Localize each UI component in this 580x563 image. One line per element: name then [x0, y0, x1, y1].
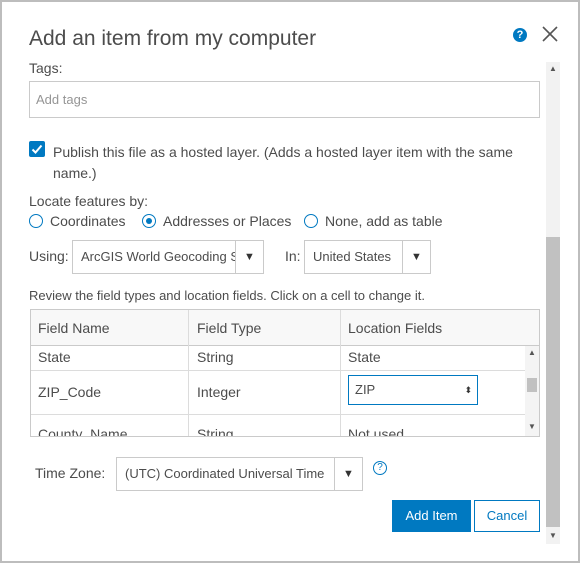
close-icon[interactable]: [540, 24, 560, 44]
column-divider: [188, 310, 189, 436]
publish-checkbox[interactable]: [29, 141, 45, 157]
radio-addresses-label: Addresses or Places: [163, 213, 292, 229]
cell-location-field[interactable]: Not used: [348, 426, 404, 436]
tags-input[interactable]: Add tags: [29, 81, 540, 118]
tags-label: Tags:: [29, 60, 63, 76]
scroll-up-icon[interactable]: ▲: [525, 348, 539, 357]
field-table: Field Name Field Type Location Fields St…: [30, 309, 540, 437]
country-select[interactable]: United States ▼: [304, 240, 431, 274]
locate-label: Locate features by:: [29, 193, 149, 209]
row-divider: [31, 414, 525, 415]
radio-coordinates[interactable]: [29, 214, 43, 228]
timezone-label: Time Zone:: [35, 465, 106, 481]
dialog-title: Add an item from my computer: [29, 27, 317, 50]
geocoder-select-value: ArcGIS World Geocoding S: [81, 249, 239, 264]
cell-field-name[interactable]: County_Name: [38, 426, 128, 436]
radio-none[interactable]: [304, 214, 318, 228]
table-scrollbar[interactable]: ▲ ▼: [525, 346, 539, 436]
scroll-up-icon[interactable]: ▲: [546, 62, 560, 76]
scroll-down-icon[interactable]: ▼: [546, 529, 560, 543]
cell-field-type[interactable]: String: [197, 349, 234, 365]
dialog-content: Tags: Add tags Publish this file as a ho…: [2, 57, 546, 547]
cell-field-type[interactable]: Integer: [197, 384, 241, 400]
review-text: Review the field types and location fiel…: [29, 288, 425, 303]
location-field-select-value: ZIP: [355, 382, 376, 397]
radio-none-label: None, add as table: [325, 213, 443, 229]
cell-field-name[interactable]: ZIP_Code: [38, 384, 101, 400]
checkmark-icon: [31, 144, 43, 154]
timezone-select[interactable]: (UTC) Coordinated Universal Time ▼: [116, 457, 363, 491]
question-circle-icon[interactable]: ?: [513, 28, 527, 42]
add-item-button[interactable]: Add Item: [392, 500, 471, 532]
cancel-button[interactable]: Cancel: [474, 500, 540, 532]
cell-location-field[interactable]: State: [348, 349, 381, 365]
scroll-down-icon[interactable]: ▼: [525, 422, 539, 431]
geocoder-select[interactable]: ArcGIS World Geocoding S ▼: [72, 240, 264, 274]
timezone-select-value: (UTC) Coordinated Universal Time: [125, 466, 325, 481]
chevron-down-icon: ▼: [235, 241, 263, 273]
in-label: In:: [285, 248, 301, 264]
updown-arrows-icon: ⬍: [464, 385, 472, 395]
row-divider: [31, 370, 525, 371]
table-scroll-thumb[interactable]: [527, 378, 537, 392]
header-field-type: Field Type: [197, 320, 262, 336]
header-field-name: Field Name: [38, 320, 110, 336]
location-field-select[interactable]: ZIP ⬍: [348, 375, 478, 405]
using-label: Using:: [29, 248, 69, 264]
cell-field-type[interactable]: String: [197, 426, 234, 436]
chevron-down-icon: ▼: [402, 241, 430, 273]
country-select-value: United States: [313, 249, 392, 264]
timezone-help-icon[interactable]: ?: [373, 461, 387, 475]
column-divider: [340, 310, 341, 436]
radio-coordinates-label: Coordinates: [50, 213, 126, 229]
add-item-dialog: Add an item from my computer ? Tags: Add…: [0, 0, 580, 563]
header-location-fields: Location Fields: [348, 320, 443, 336]
radio-addresses[interactable]: [142, 214, 156, 228]
publish-label: Publish this file as a hosted layer. (Ad…: [53, 144, 513, 181]
chevron-down-icon: ▼: [334, 458, 362, 490]
dialog-scroll-thumb[interactable]: [546, 237, 560, 527]
cell-field-name[interactable]: State: [38, 349, 71, 365]
